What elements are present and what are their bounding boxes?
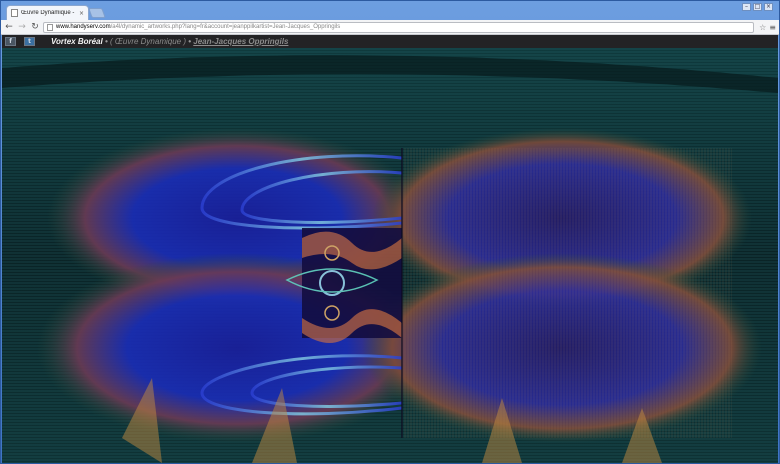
url-text: www.handyserv.com/a4l/dynamic_artworks.p… [56,24,341,30]
window-controls: – □ × [742,3,773,11]
forward-arrow-icon[interactable]: → [17,21,27,33]
page-icon [47,23,53,31]
site-nav-bar: f t Vortex Boréal • ( Œuvre Dynamique ) … [2,35,778,48]
artwork-kind: ( Œuvre Dynamique ) [109,37,187,46]
breadcrumb: Vortex Boréal • ( Œuvre Dynamique ) • Je… [51,37,289,46]
tab-close-icon[interactable]: × [79,10,84,17]
minimize-button[interactable]: – [742,3,751,11]
browser-window: Œuvre Dynamique - Projets × – □ × ← → ↻ … [0,0,780,464]
artist-link[interactable]: Jean-Jacques Oppringils [193,37,288,46]
menu-icon[interactable]: ≡ [769,23,776,32]
twitter-icon[interactable]: t [24,37,35,46]
back-arrow-icon[interactable]: ← [4,21,14,33]
artwork-title: Vortex Boréal [51,37,103,46]
facebook-icon[interactable]: f [5,37,16,46]
close-button[interactable]: × [764,3,773,11]
new-tab-button[interactable] [88,8,106,18]
browser-toolbar: ← → ↻ www.handyserv.com/a4l/dynamic_artw… [1,20,779,35]
page-favicon-icon [11,9,18,17]
browser-tab[interactable]: Œuvre Dynamique - Projets × [6,5,89,20]
artwork-image [2,48,778,463]
address-bar[interactable]: www.handyserv.com/a4l/dynamic_artworks.p… [43,21,755,33]
maximize-button[interactable]: □ [753,3,762,11]
star-icon[interactable]: ☆ [759,23,766,32]
tab-title: Œuvre Dynamique - Projets [21,10,76,16]
tab-strip: Œuvre Dynamique - Projets × – □ × [1,1,779,20]
artwork-canvas [2,48,778,463]
reload-icon[interactable]: ↻ [30,21,40,33]
